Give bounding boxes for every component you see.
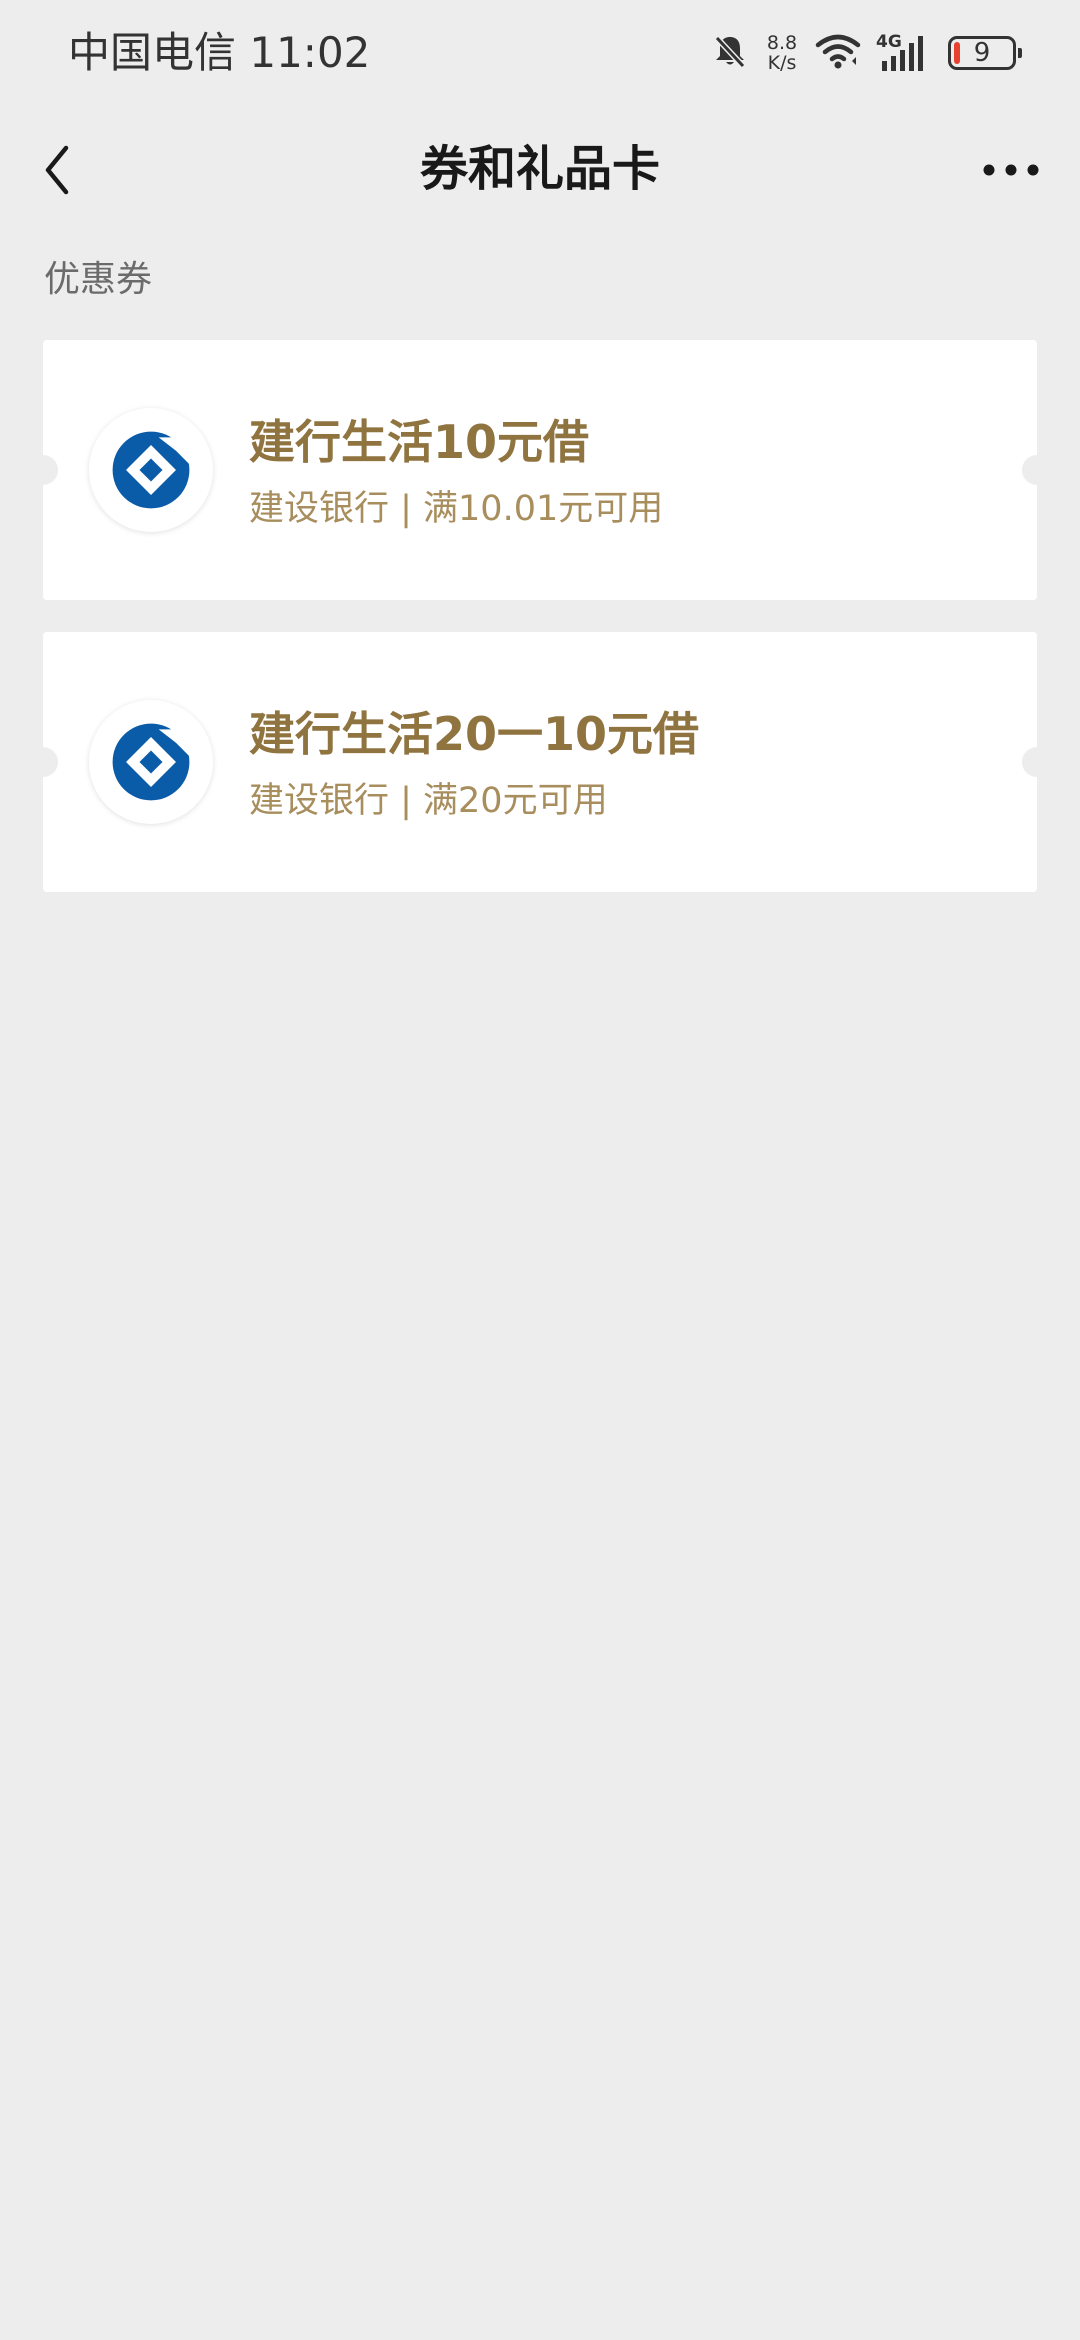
coupon-card[interactable]: 建行生活20一10元借 建设银行 | 满20元可用 bbox=[28, 632, 1052, 892]
ccb-logo-icon bbox=[89, 700, 213, 824]
nav-bar: 券和礼品卡 bbox=[0, 106, 1080, 234]
more-dots-icon bbox=[983, 164, 1039, 176]
back-button[interactable] bbox=[20, 132, 96, 208]
coupon-subtitle: 建设银行 | 满10.01元可用 bbox=[249, 489, 664, 529]
wifi-icon bbox=[814, 31, 862, 75]
ccb-logo-icon bbox=[89, 408, 213, 532]
bell-muted-icon bbox=[710, 31, 750, 75]
ticket-notch-right bbox=[1022, 747, 1052, 777]
status-bar: 中国电信 11:02 8.8 K/s 4G 9 bbox=[0, 0, 1080, 106]
coupon-subtitle: 建设银行 | 满20元可用 bbox=[249, 781, 608, 821]
coupon-title: 建行生活10元借 bbox=[249, 415, 590, 469]
chevron-left-icon bbox=[45, 145, 69, 195]
network-speed-unit: K/s bbox=[767, 52, 797, 74]
cellular-signal-icon: 4G bbox=[876, 33, 928, 73]
section-label-coupons: 优惠券 bbox=[44, 259, 153, 300]
more-button[interactable] bbox=[966, 136, 1056, 204]
battery-icon: 9 bbox=[948, 36, 1022, 70]
ticket-notch-right bbox=[1022, 455, 1052, 485]
carrier-time: 中国电信 11:02 bbox=[68, 28, 371, 77]
coupon-title: 建行生活20一10元借 bbox=[249, 707, 700, 761]
ticket-notch-left bbox=[28, 455, 58, 485]
coupon-card[interactable]: 建行生活10元借 建设银行 | 满10.01元可用 bbox=[28, 340, 1052, 600]
battery-fill bbox=[954, 42, 960, 64]
network-speed-value: 8.8 bbox=[766, 32, 798, 54]
status-icons: 8.8 K/s 4G 9 bbox=[710, 28, 1022, 78]
ticket-notch-left bbox=[28, 747, 58, 777]
battery-level: 9 bbox=[973, 38, 991, 68]
page-title: 券和礼品卡 bbox=[419, 141, 660, 197]
coupon-list: 建行生活10元借 建设银行 | 满10.01元可用 建行生活20一10元借 建设… bbox=[28, 340, 1052, 924]
network-speed: 8.8 K/s bbox=[764, 33, 800, 73]
